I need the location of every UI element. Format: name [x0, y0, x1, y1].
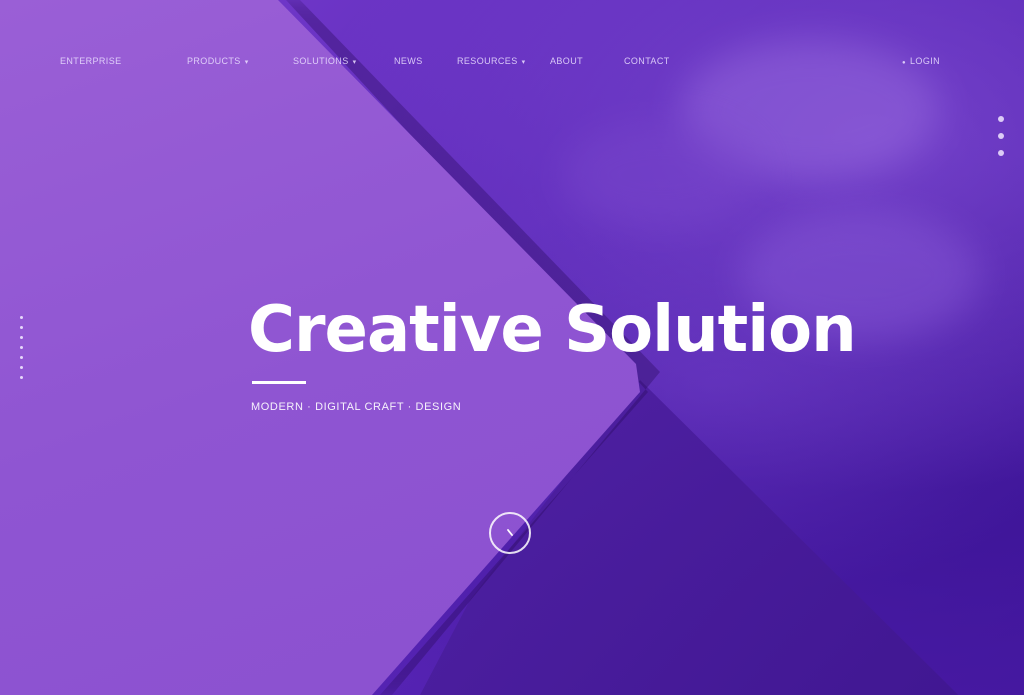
section-dot[interactable]	[20, 316, 23, 319]
pagination-dot[interactable]	[998, 116, 1004, 122]
section-dot[interactable]	[20, 366, 23, 369]
hero-title: Creative Solution	[248, 293, 857, 367]
nav-item-contact[interactable]: CONTACT	[624, 53, 670, 69]
section-dot[interactable]	[20, 326, 23, 329]
nav-item-label: NEWS	[394, 56, 423, 66]
nav-item-label: ABOUT	[550, 56, 584, 66]
nav-item-news[interactable]: NEWS	[394, 53, 423, 69]
nav-item-label: CONTACT	[624, 56, 670, 66]
section-dot[interactable]	[20, 376, 23, 379]
nav-item-resources[interactable]: RESOURCES ▾	[457, 53, 526, 71]
pagination-dot[interactable]	[998, 150, 1004, 156]
background-swirl	[560, 120, 760, 230]
hero-page: ENTERPRISE PRODUCTS ▾ SOLUTIONS ▾ NEWS RES…	[0, 0, 1024, 695]
chevron-down-icon: ▾	[352, 59, 357, 66]
login-link[interactable]: ● LOGIN	[902, 53, 940, 71]
hero-subtitle: MODERN · DIGITAL CRAFT · DESIGN	[251, 401, 462, 413]
nav-item-label: SOLUTIONS	[293, 56, 349, 66]
chevron-down-icon: ▾	[244, 59, 249, 66]
title-underline	[252, 381, 306, 384]
scroll-down-button[interactable]	[489, 512, 531, 554]
nav-item-about[interactable]: ABOUT	[550, 53, 583, 69]
nav-item-label: PRODUCTS	[187, 56, 241, 66]
slide-pagination-dots	[998, 116, 1004, 167]
arrow-down-icon	[507, 529, 513, 536]
nav-item-label: RESOURCES	[457, 56, 518, 66]
bullet-icon: ●	[902, 60, 907, 66]
top-navigation: ENTERPRISE PRODUCTS ▾ SOLUTIONS ▾ NEWS RES…	[0, 53, 1024, 69]
section-dot[interactable]	[20, 336, 23, 339]
nav-item-solutions[interactable]: SOLUTIONS ▾	[293, 53, 357, 71]
nav-item-products[interactable]: PRODUCTS ▾	[187, 53, 249, 71]
section-indicator-dots	[20, 316, 24, 386]
section-dot[interactable]	[20, 356, 23, 359]
chevron-down-icon: ▾	[521, 59, 526, 66]
section-dot[interactable]	[20, 346, 23, 349]
login-label: LOGIN	[910, 56, 941, 66]
pagination-dot[interactable]	[998, 133, 1004, 139]
brand-logo[interactable]: ENTERPRISE	[60, 53, 122, 69]
